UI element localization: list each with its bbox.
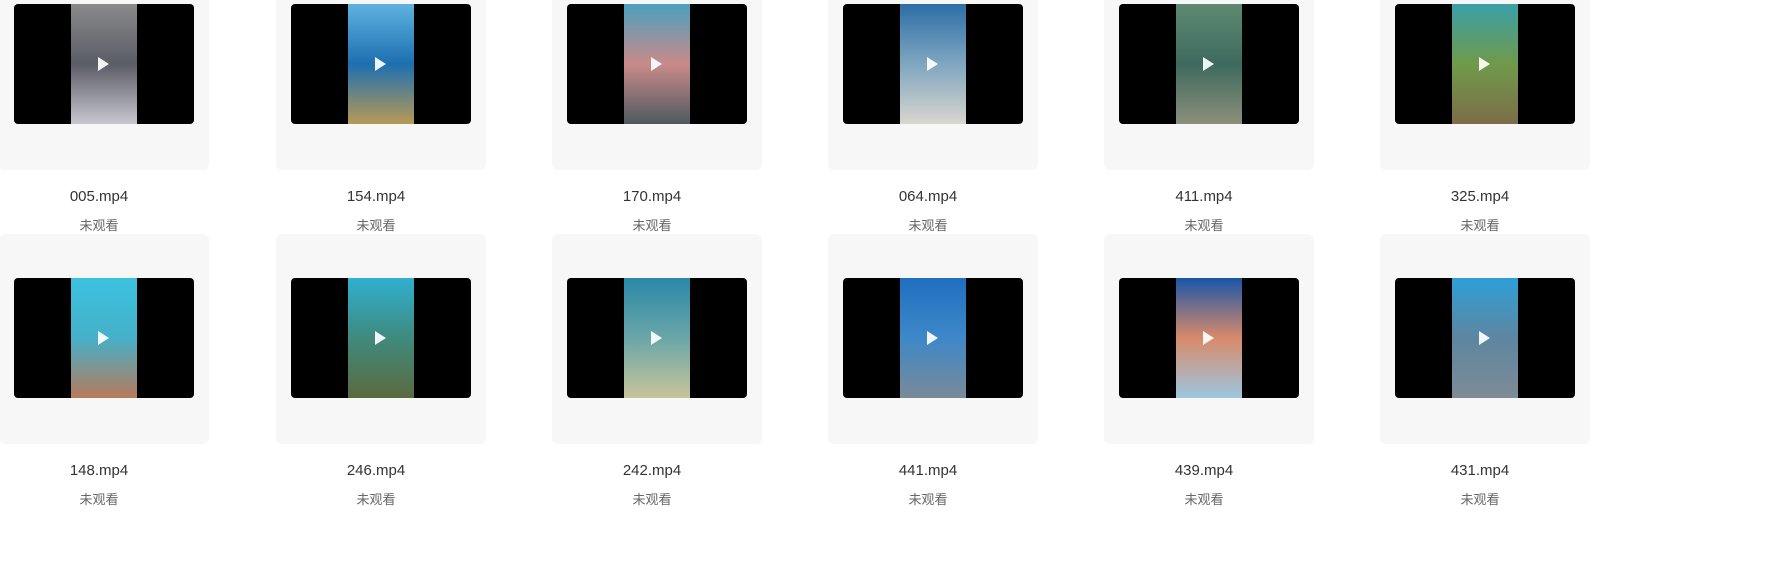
video-card[interactable]: [1380, 0, 1590, 170]
watch-status: 未观看: [632, 493, 672, 508]
watch-status: 未观看: [1184, 219, 1224, 234]
play-icon[interactable]: [1203, 331, 1214, 345]
watch-status: 未观看: [79, 493, 119, 508]
video-thumbnail[interactable]: [1395, 4, 1575, 124]
watch-status: 未观看: [908, 493, 948, 508]
video-item[interactable]: 170.mp4 未观看: [552, 0, 762, 240]
video-filename[interactable]: 242.mp4: [552, 462, 752, 479]
video-card[interactable]: [276, 0, 486, 170]
video-item[interactable]: 154.mp4 未观看: [276, 0, 486, 240]
play-icon[interactable]: [1479, 57, 1490, 71]
video-item[interactable]: 441.mp4 未观看: [828, 234, 1038, 514]
play-icon[interactable]: [1203, 57, 1214, 71]
video-item[interactable]: 411.mp4 未观看: [1104, 0, 1314, 240]
watch-status: 未观看: [356, 219, 396, 234]
video-item[interactable]: 431.mp4 未观看: [1380, 234, 1590, 514]
video-grid: 005.mp4 未观看 154.mp4 未观看 170.mp4 未观看 064.mp4 未观看…: [0, 0, 1775, 569]
watch-status: 未观看: [79, 219, 119, 234]
watch-status: 未观看: [1184, 493, 1224, 508]
video-filename[interactable]: 431.mp4: [1380, 462, 1580, 479]
video-filename[interactable]: 170.mp4: [552, 188, 752, 205]
play-icon[interactable]: [927, 331, 938, 345]
play-icon[interactable]: [375, 331, 386, 345]
video-thumbnail[interactable]: [1119, 278, 1299, 398]
video-filename[interactable]: 246.mp4: [276, 462, 476, 479]
video-filename[interactable]: 064.mp4: [828, 188, 1028, 205]
play-icon[interactable]: [98, 331, 109, 345]
video-filename[interactable]: 441.mp4: [828, 462, 1028, 479]
video-filename[interactable]: 325.mp4: [1380, 188, 1580, 205]
video-item[interactable]: 005.mp4 未观看: [0, 0, 209, 240]
watch-status: 未观看: [356, 493, 396, 508]
watch-status: 未观看: [1460, 219, 1500, 234]
video-thumbnail[interactable]: [567, 278, 747, 398]
watch-status: 未观看: [908, 219, 948, 234]
watch-status: 未观看: [1460, 493, 1500, 508]
video-filename[interactable]: 411.mp4: [1104, 188, 1304, 205]
play-icon[interactable]: [927, 57, 938, 71]
video-card[interactable]: [828, 234, 1038, 444]
video-item[interactable]: 439.mp4 未观看: [1104, 234, 1314, 514]
video-card[interactable]: [1104, 234, 1314, 444]
video-thumbnail[interactable]: [567, 4, 747, 124]
video-card[interactable]: [552, 234, 762, 444]
play-icon[interactable]: [98, 57, 109, 71]
play-icon[interactable]: [1479, 331, 1490, 345]
video-thumbnail[interactable]: [1119, 4, 1299, 124]
video-card[interactable]: [1104, 0, 1314, 170]
video-thumbnail[interactable]: [291, 4, 471, 124]
video-thumbnail[interactable]: [14, 4, 194, 124]
video-item[interactable]: 242.mp4 未观看: [552, 234, 762, 514]
video-card[interactable]: [552, 0, 762, 170]
watch-status: 未观看: [632, 219, 672, 234]
video-filename[interactable]: 148.mp4: [0, 462, 199, 479]
video-thumbnail[interactable]: [291, 278, 471, 398]
video-card[interactable]: [0, 234, 209, 444]
video-thumbnail[interactable]: [1395, 278, 1575, 398]
video-filename[interactable]: 154.mp4: [276, 188, 476, 205]
video-thumbnail[interactable]: [843, 4, 1023, 124]
video-item[interactable]: 325.mp4 未观看: [1380, 0, 1590, 240]
video-item[interactable]: 064.mp4 未观看: [828, 0, 1038, 240]
play-icon[interactable]: [651, 331, 662, 345]
video-card[interactable]: [1380, 234, 1590, 444]
video-card[interactable]: [276, 234, 486, 444]
video-filename[interactable]: 005.mp4: [0, 188, 199, 205]
video-item[interactable]: 148.mp4 未观看: [0, 234, 209, 514]
play-icon[interactable]: [375, 57, 386, 71]
play-icon[interactable]: [651, 57, 662, 71]
video-item[interactable]: 246.mp4 未观看: [276, 234, 486, 514]
video-card[interactable]: [0, 0, 209, 170]
video-thumbnail[interactable]: [14, 278, 194, 398]
video-filename[interactable]: 439.mp4: [1104, 462, 1304, 479]
video-card[interactable]: [828, 0, 1038, 170]
video-thumbnail[interactable]: [843, 278, 1023, 398]
